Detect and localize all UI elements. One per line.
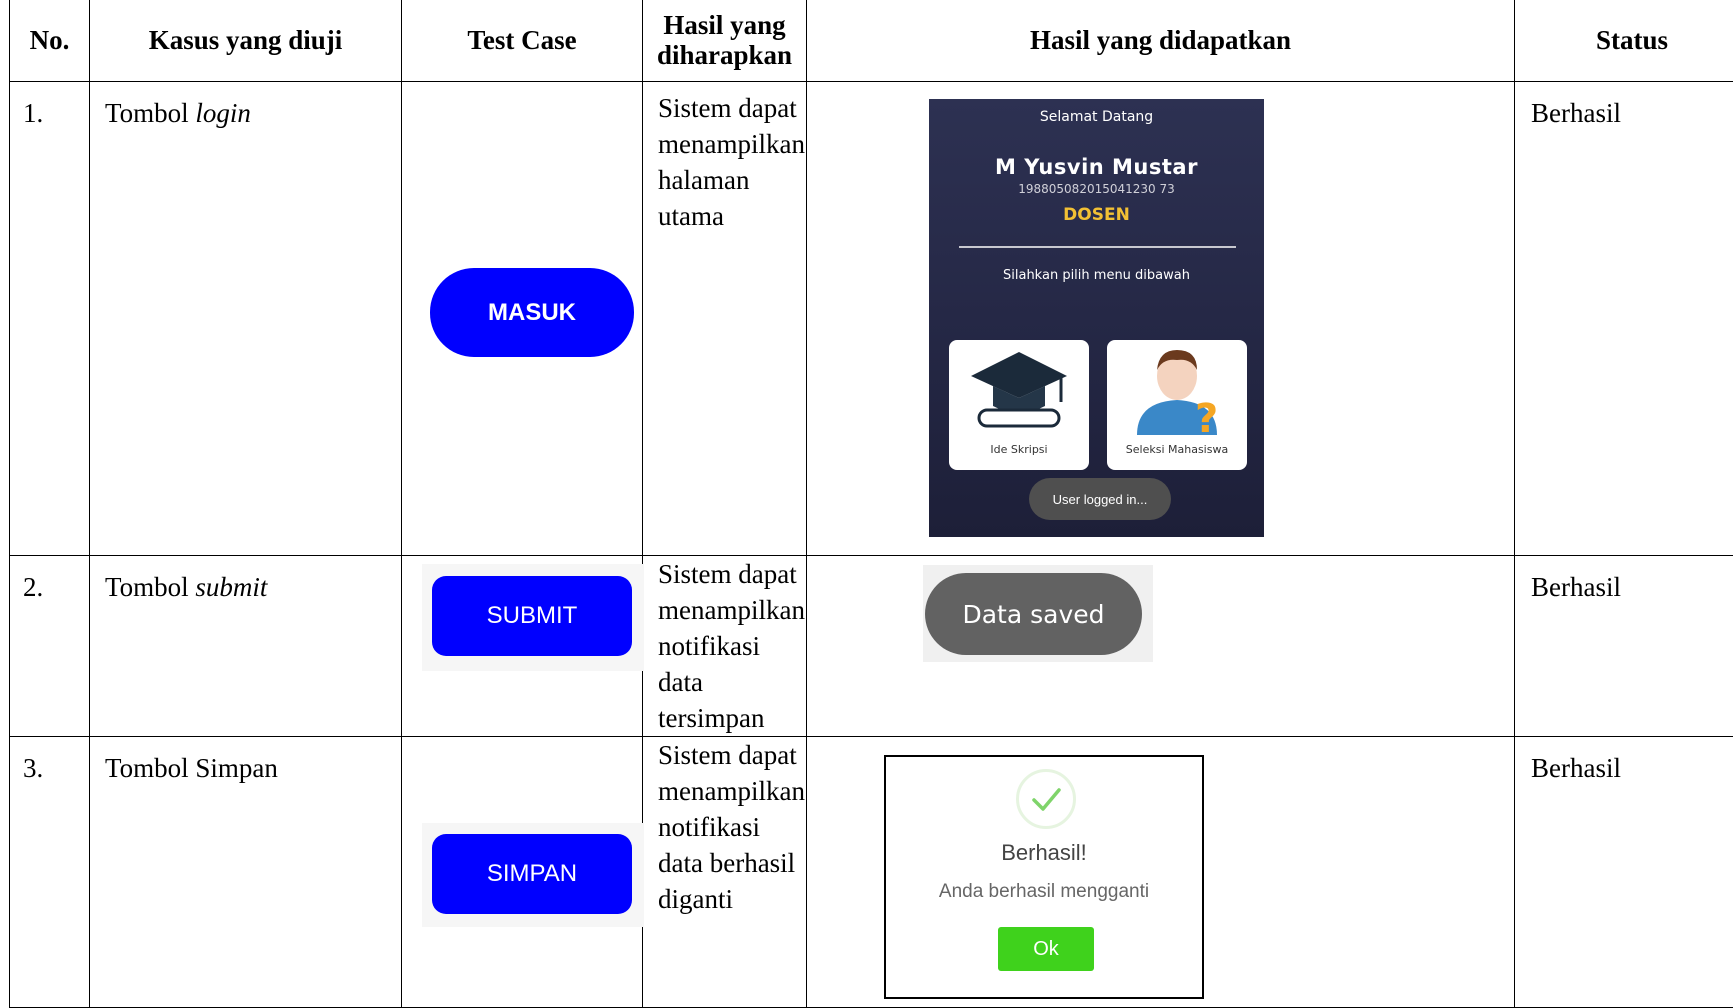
status-cell: Berhasil bbox=[1515, 82, 1733, 556]
test-case-table: No. Kasus yang diuji Test Case Hasil yan… bbox=[9, 0, 1733, 1008]
row-kasus: Tombol submit bbox=[90, 556, 402, 737]
home-screen-screenshot: Selamat Datang M Yusvin Mustar 198805082… bbox=[929, 99, 1264, 537]
expected-result: Sistem dapat menampilkan notifikasi data… bbox=[643, 737, 807, 1008]
check-circle-icon bbox=[1016, 769, 1076, 829]
user-nip: 198805082015041230 73 bbox=[929, 182, 1264, 196]
actual-result-cell: Berhasil! Anda berhasil mengganti Ok bbox=[807, 737, 1515, 1008]
submit-button: SUBMIT bbox=[432, 576, 632, 656]
menu-card-seleksi-mahasiswa: ? Seleksi Mahasiswa bbox=[1107, 340, 1247, 470]
login-toast: User logged in... bbox=[1029, 478, 1171, 520]
header-test-case: Test Case bbox=[402, 0, 643, 82]
svg-text:?: ? bbox=[1195, 396, 1218, 440]
card-label: Ide Skripsi bbox=[949, 443, 1089, 456]
kasus-prefix: Tombol bbox=[105, 572, 189, 602]
table-row: 2. Tombol submit SUBMIT Sistem dapat men… bbox=[10, 556, 1733, 737]
kasus-prefix: Tombol bbox=[105, 98, 189, 128]
divider bbox=[959, 246, 1236, 248]
test-case-cell: SUBMIT bbox=[402, 556, 643, 737]
row-kasus: Tombol login bbox=[90, 82, 402, 556]
masuk-button: MASUK bbox=[430, 268, 634, 357]
test-case-cell: SIMPAN bbox=[402, 737, 643, 1008]
ok-button: Ok bbox=[998, 927, 1094, 971]
dialog-title: Berhasil! bbox=[886, 840, 1202, 866]
expected-result: Sistem dapat menampilkan notifikasi data… bbox=[643, 556, 807, 737]
header-no: No. bbox=[10, 0, 90, 82]
row-number: 1. bbox=[10, 82, 90, 556]
header-hasil-didapatkan: Hasil yang didapatkan bbox=[807, 0, 1515, 82]
menu-prompt: Silahkan pilih menu dibawah bbox=[929, 268, 1264, 283]
card-label: Seleksi Mahasiswa bbox=[1107, 443, 1247, 456]
header-row: No. Kasus yang diuji Test Case Hasil yan… bbox=[10, 0, 1733, 82]
user-name: M Yusvin Mustar bbox=[929, 155, 1264, 179]
actual-result-cell: Data saved bbox=[807, 556, 1515, 737]
header-status: Status bbox=[1515, 0, 1733, 82]
success-dialog: Berhasil! Anda berhasil mengganti Ok bbox=[884, 755, 1204, 999]
row-kasus: Tombol Simpan bbox=[90, 737, 402, 1008]
person-question-icon: ? bbox=[1107, 340, 1247, 440]
header-hasil-diharapkan: Hasil yang diharapkan bbox=[643, 0, 807, 82]
table-row: 1. Tombol login MASUK Sistem dapat menam… bbox=[10, 82, 1733, 556]
graduation-cap-icon bbox=[949, 340, 1089, 440]
kasus-italic: submit bbox=[195, 572, 267, 602]
menu-card-ide-skripsi: Ide Skripsi bbox=[949, 340, 1089, 470]
row-number: 3. bbox=[10, 737, 90, 1008]
actual-result-cell: Selamat Datang M Yusvin Mustar 198805082… bbox=[807, 82, 1515, 556]
simpan-button: SIMPAN bbox=[432, 834, 632, 914]
data-saved-toast: Data saved bbox=[925, 573, 1142, 655]
kasus-italic: login bbox=[195, 98, 251, 128]
dialog-message: Anda berhasil mengganti bbox=[886, 881, 1202, 903]
expected-result: Sistem dapat menampilkan halaman utama bbox=[643, 82, 807, 556]
user-role: DOSEN bbox=[929, 205, 1264, 225]
table-row: 3. Tombol Simpan SIMPAN Sistem dapat men… bbox=[10, 737, 1733, 1008]
row-number: 2. bbox=[10, 556, 90, 737]
kasus-prefix: Tombol Simpan bbox=[105, 753, 278, 783]
status-cell: Berhasil bbox=[1515, 556, 1733, 737]
status-cell: Berhasil bbox=[1515, 737, 1733, 1008]
welcome-text: Selamat Datang bbox=[929, 109, 1264, 125]
test-case-cell: MASUK bbox=[402, 82, 643, 556]
header-kasus: Kasus yang diuji bbox=[90, 0, 402, 82]
